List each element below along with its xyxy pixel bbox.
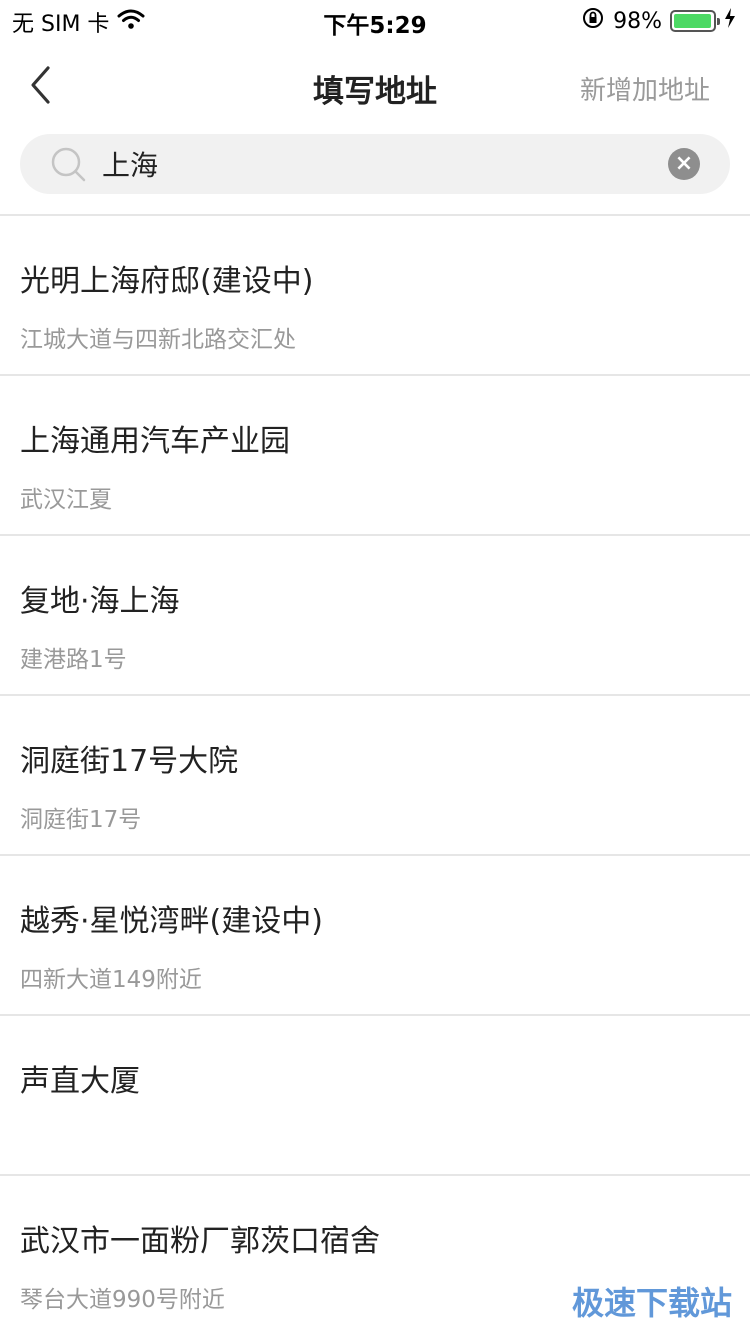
item-name: 越秀·星悦湾畔(建设中) (20, 904, 323, 939)
battery-icon (670, 10, 720, 32)
item-address: 建港路1号 (20, 647, 127, 673)
list-item[interactable]: 上海通用汽车产业园 武汉江夏 (0, 374, 750, 534)
result-list: 光明上海府邸(建设中) 江城大道与四新北路交汇处 上海通用汽车产业园 武汉江夏 … (0, 214, 750, 1334)
battery-percent: 98% (613, 8, 662, 34)
status-right: 98% (581, 6, 736, 36)
search-box[interactable]: × (20, 134, 730, 194)
battery-fill (674, 14, 712, 28)
list-item[interactable]: 复地·海上海 建港路1号 (0, 534, 750, 694)
item-address: 江城大道与四新北路交汇处 (20, 327, 296, 353)
item-address: 四新大道149附近 (20, 967, 202, 993)
item-name: 武汉市一面粉厂郭茨口宿舍 (20, 1224, 380, 1259)
item-address: 武汉江夏 (20, 487, 112, 513)
list-item[interactable]: 洞庭街17号大院 洞庭街17号 (0, 694, 750, 854)
watermark: 极速下载站 (571, 1284, 732, 1322)
list-item[interactable]: 声直大厦 (0, 1014, 750, 1174)
list-item[interactable]: 越秀·星悦湾畔(建设中) 四新大道149附近 (0, 854, 750, 1014)
item-name: 上海通用汽车产业园 (20, 424, 290, 459)
search-icon (51, 147, 86, 182)
close-icon: × (674, 151, 694, 176)
charging-icon (724, 7, 736, 35)
orientation-lock-icon (581, 6, 605, 36)
search-input[interactable] (102, 142, 662, 186)
add-address-button[interactable]: 新增加地址 (580, 70, 710, 107)
item-name: 复地·海上海 (20, 584, 180, 619)
item-address: 洞庭街17号 (20, 807, 142, 833)
item-name: 洞庭街17号大院 (20, 744, 239, 779)
item-name: 光明上海府邸(建设中) (20, 264, 314, 299)
nav-bar: 填写地址 新增加地址 (0, 40, 750, 132)
item-address: 琴台大道990号附近 (20, 1287, 225, 1313)
list-item[interactable]: 光明上海府邸(建设中) 江城大道与四新北路交汇处 (0, 214, 750, 374)
clear-search-button[interactable]: × (668, 148, 700, 180)
search-bar: × (20, 134, 730, 194)
item-name: 声直大厦 (20, 1064, 140, 1099)
status-bar: 无 SIM 卡 下午5:29 98% (0, 0, 750, 40)
